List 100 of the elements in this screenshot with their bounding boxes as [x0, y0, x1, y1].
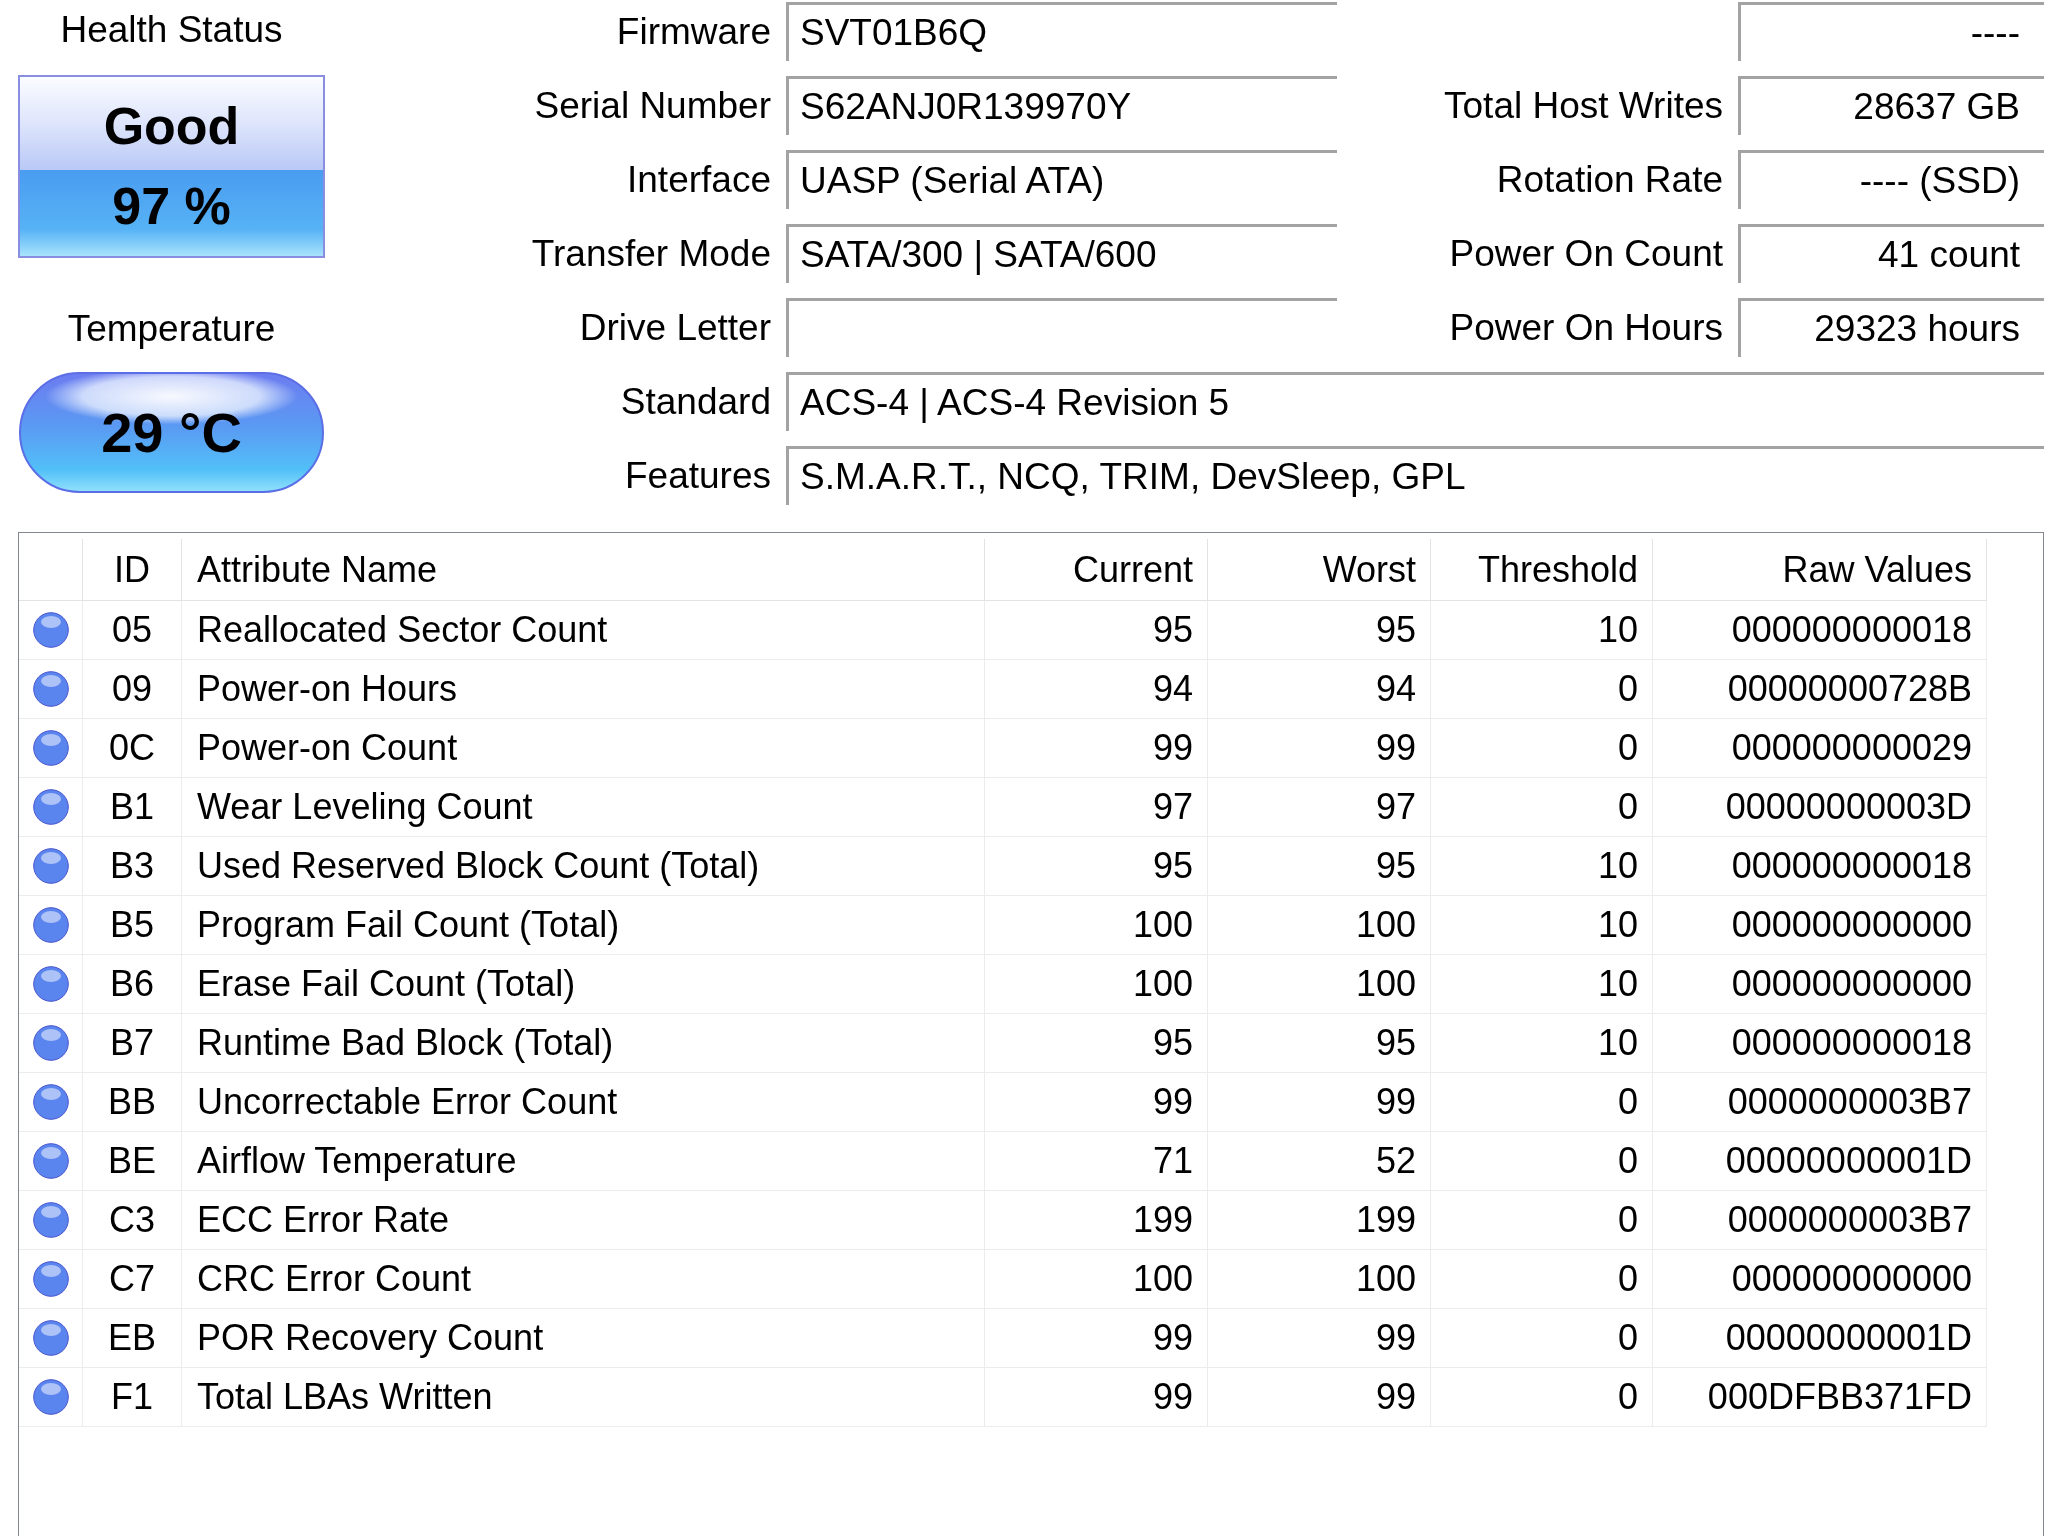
temperature-value: 29 °C: [101, 399, 242, 466]
table-cell: 97: [1208, 778, 1431, 837]
table-cell: 95: [985, 1014, 1208, 1073]
table-cell: Uncorrectable Error Count: [182, 1073, 985, 1132]
table-cell: 100: [985, 896, 1208, 955]
table-cell: 99: [1208, 1309, 1431, 1368]
field-label: Firmware: [616, 9, 771, 54]
field-label: Total Host Writes: [1444, 83, 1723, 128]
table-cell: 99: [1208, 1073, 1431, 1132]
column-header: Worst: [1208, 539, 1431, 601]
table-cell: 199: [985, 1191, 1208, 1250]
table-cell: 95: [985, 837, 1208, 896]
table-cell: 0: [1431, 778, 1653, 837]
table-cell: 0: [1431, 660, 1653, 719]
table-cell: Airflow Temperature: [182, 1132, 985, 1191]
table-cell: 00000000003D: [1653, 778, 1987, 837]
table-cell: 100: [1208, 955, 1431, 1014]
table-cell: 10: [1431, 1014, 1653, 1073]
table-cell: 100: [1208, 896, 1431, 955]
info-field: S62ANJ0R139970Y: [786, 76, 1337, 135]
table-cell: 99: [985, 1368, 1208, 1427]
field-label: Rotation Rate: [1496, 157, 1723, 202]
table-cell: 95: [1208, 1014, 1431, 1073]
field-label: Features: [625, 453, 771, 498]
table-cell: 000000000018: [1653, 837, 1987, 896]
table-cell: 71: [985, 1132, 1208, 1191]
table-cell: 95: [985, 601, 1208, 660]
health-status-label: Health Status: [60, 8, 283, 53]
table-cell: 0: [1431, 1132, 1653, 1191]
table-cell: 100: [985, 1250, 1208, 1309]
field-label: Power On Count: [1449, 231, 1723, 276]
table-cell: 000000000018: [1653, 601, 1987, 660]
temperature-label: Temperature: [67, 307, 276, 352]
table-cell: 00000000001D: [1653, 1309, 1987, 1368]
info-field: SVT01B6Q: [786, 2, 1337, 61]
table-cell: ECC Error Rate: [182, 1191, 985, 1250]
table-cell: 95: [1208, 601, 1431, 660]
table-cell: 100: [1208, 1250, 1431, 1309]
table-cell: EB: [83, 1309, 182, 1368]
table-cell: BB: [83, 1073, 182, 1132]
table-cell: 0: [1431, 719, 1653, 778]
table-cell: Used Reserved Block Count (Total): [182, 837, 985, 896]
table-cell: 52: [1208, 1132, 1431, 1191]
table-cell: 000000000000: [1653, 955, 1987, 1014]
health-status-text: Good: [103, 96, 240, 157]
table-cell: 000000000029: [1653, 719, 1987, 778]
field-label: Power On Hours: [1449, 305, 1723, 350]
column-header: Current: [985, 539, 1208, 601]
table-cell: 94: [1208, 660, 1431, 719]
table-cell: 0: [1431, 1309, 1653, 1368]
table-cell: BE: [83, 1132, 182, 1191]
table-cell: 10: [1431, 837, 1653, 896]
table-cell: B6: [83, 955, 182, 1014]
table-cell: 00000000001D: [1653, 1132, 1987, 1191]
table-cell: 199: [1208, 1191, 1431, 1250]
table-cell: 99: [985, 719, 1208, 778]
column-header: Raw Values: [1653, 539, 1987, 601]
table-cell: 95: [1208, 837, 1431, 896]
table-cell: Power-on Hours: [182, 660, 985, 719]
table-cell: CRC Error Count: [182, 1250, 985, 1309]
table-cell: F1: [83, 1368, 182, 1427]
field-label: Serial Number: [534, 83, 771, 128]
table-cell: 000000000000: [1653, 896, 1987, 955]
info-field: ---- (SSD): [1738, 150, 2044, 209]
info-field: 41 count: [1738, 224, 2044, 283]
table-cell: 99: [1208, 719, 1431, 778]
field-label: Drive Letter: [579, 305, 771, 350]
info-field: ----: [1738, 2, 2044, 61]
table-cell: Wear Leveling Count: [182, 778, 985, 837]
table-cell: 100: [985, 955, 1208, 1014]
field-label: Interface: [627, 157, 771, 202]
table-cell: 0: [1431, 1191, 1653, 1250]
info-field: 29323 hours: [1738, 298, 2044, 357]
table-cell: POR Recovery Count: [182, 1309, 985, 1368]
table-cell: 09: [83, 660, 182, 719]
table-cell: Power-on Count: [182, 719, 985, 778]
table-cell: C7: [83, 1250, 182, 1309]
info-field: ACS-4 | ACS-4 Revision 5: [786, 372, 2044, 431]
table-cell: Runtime Bad Block (Total): [182, 1014, 985, 1073]
table-cell: 00000000728B: [1653, 660, 1987, 719]
table-cell: 000000000018: [1653, 1014, 1987, 1073]
table-cell: 10: [1431, 601, 1653, 660]
table-cell: 99: [1208, 1368, 1431, 1427]
table-cell: 99: [985, 1073, 1208, 1132]
field-label: Standard: [620, 379, 771, 424]
table-cell: Reallocated Sector Count: [182, 601, 985, 660]
column-header: Threshold: [1431, 539, 1653, 601]
column-header: ID: [83, 539, 182, 601]
table-cell: 000DFBB371FD: [1653, 1368, 1987, 1427]
column-header: Attribute Name: [182, 539, 985, 601]
table-cell: 0000000003B7: [1653, 1073, 1987, 1132]
field-label: Transfer Mode: [531, 231, 771, 276]
table-cell: B7: [83, 1014, 182, 1073]
table-cell: 0: [1431, 1368, 1653, 1427]
table-cell: Total LBAs Written: [182, 1368, 985, 1427]
table-cell: C3: [83, 1191, 182, 1250]
table-cell: 99: [985, 1309, 1208, 1368]
table-cell: 0000000003B7: [1653, 1191, 1987, 1250]
table-cell: B5: [83, 896, 182, 955]
table-cell: 000000000000: [1653, 1250, 1987, 1309]
